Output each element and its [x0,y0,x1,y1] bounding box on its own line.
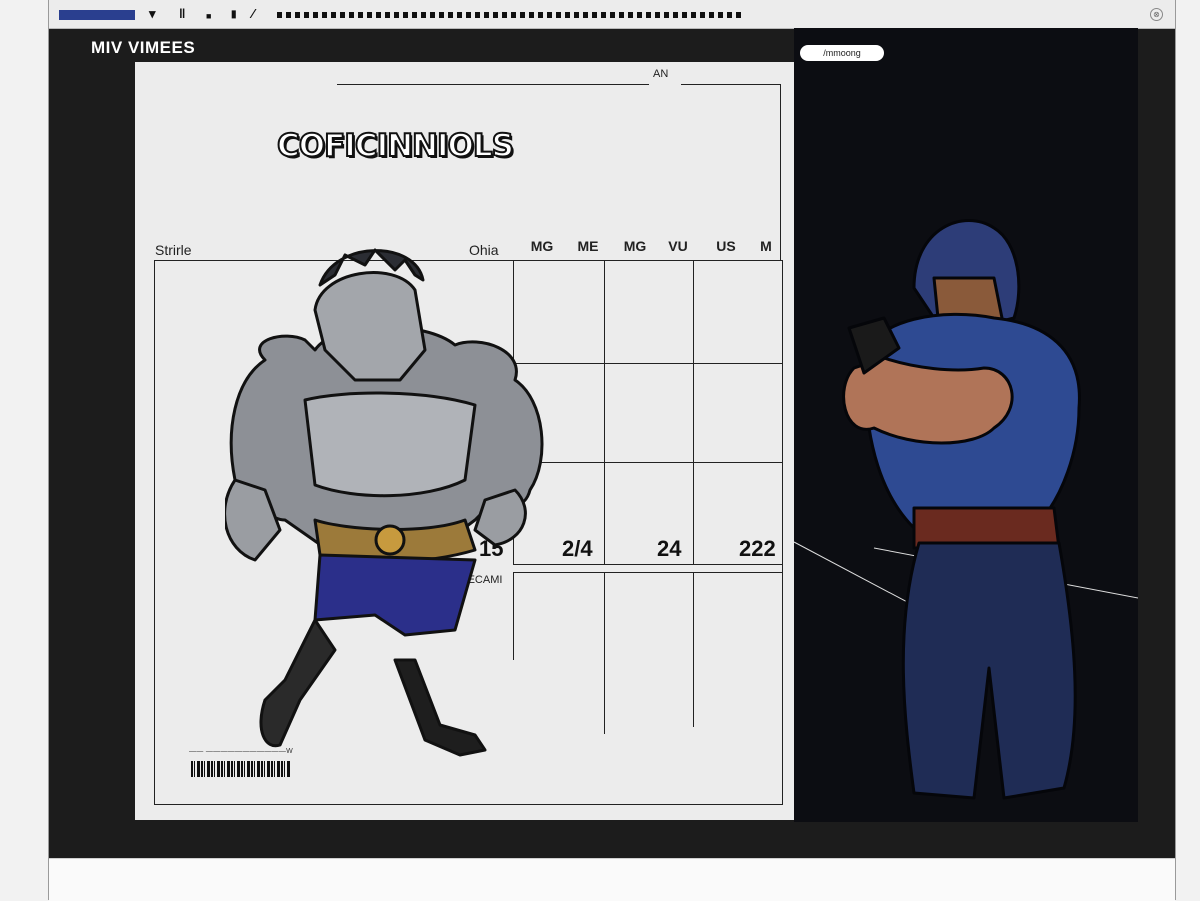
frame-right [782,260,783,805]
column-header: VU [668,238,688,254]
frame-left [154,260,155,805]
column-header: M [760,238,772,254]
grid-v3 [693,260,694,565]
character-illustration-left [225,248,544,757]
toolbar-progress [277,12,743,18]
chevron-down-icon[interactable]: ▾ [149,7,156,21]
columns-icon[interactable]: ‖ [179,7,185,21]
header-rule-vertical [780,84,781,260]
preview-panel: /mmoong [794,28,1138,822]
pen-icon[interactable]: ∕ [252,7,254,21]
grid-number: 222 [739,536,776,561]
lower-grid-v3 [693,572,694,727]
accent-tab[interactable] [59,10,135,20]
app-title: MIV VIMEES [91,38,196,57]
frame-bottom [154,804,783,805]
toolbar: ▾ ‖ ■ ▮ ∕ ⊗ [49,0,1175,29]
document-page: AN COFICINNIOLS Strirle Ohia MG ME MG VU… [135,62,797,820]
character-illustration-right [794,219,1138,800]
bar-icon[interactable]: ▮ [231,8,237,22]
column-header: ME [577,238,599,254]
app-window: ▾ ‖ ■ ▮ ∕ ⊗ MIV VIMEES AN COFICINNIOLS S… [48,0,1176,901]
lower-grid-v2 [604,572,605,734]
square-icon[interactable]: ■ [206,9,211,23]
header-rule [337,84,649,85]
top-ref: AN [653,68,669,80]
column-header: MG [623,238,647,254]
left-label: Strirle [155,242,192,258]
status-strip [49,858,1175,901]
grid-number: 2/4 [562,536,593,561]
grid-v2 [604,260,605,565]
document-logo: COFICINNIOLS [276,127,515,165]
header-rule-right [681,84,781,85]
close-icon[interactable]: ⊗ [1150,8,1163,21]
grid-number: 24 [657,536,682,561]
